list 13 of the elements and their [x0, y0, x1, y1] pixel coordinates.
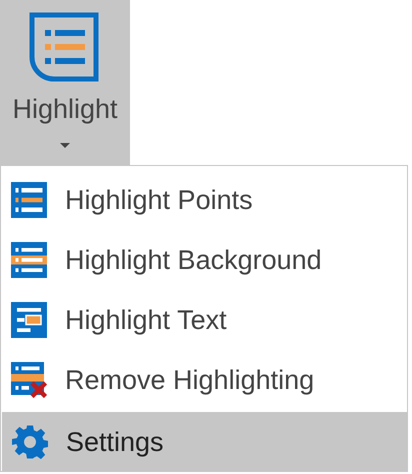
menu-item[interactable]: Settings [2, 412, 407, 472]
caret-icon [60, 143, 70, 148]
list-icon [11, 182, 47, 218]
text-block-icon [11, 302, 47, 338]
menu-item[interactable]: Highlight Text [1, 290, 407, 350]
highlight-ribbon-button[interactable]: Highlight [0, 0, 130, 165]
menu-item[interactable]: Remove Highlighting [1, 350, 407, 410]
menu-item[interactable]: Highlight Points [1, 170, 407, 230]
banded-list-icon [11, 242, 47, 278]
settings-icon [12, 424, 48, 460]
list-icon [29, 12, 101, 84]
menu-item[interactable]: Highlight Background [1, 230, 407, 290]
list-with-x-icon [11, 362, 47, 398]
